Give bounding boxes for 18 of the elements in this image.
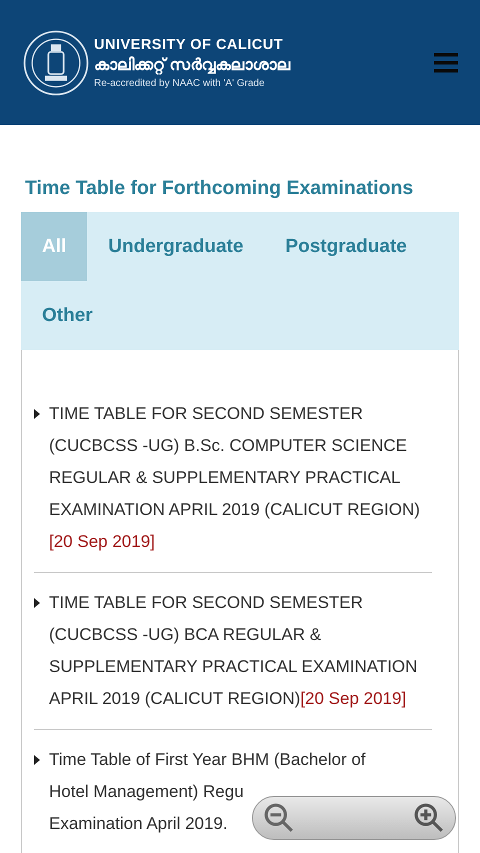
university-name: UNIVERSITY OF CALICUT <box>94 36 284 52</box>
section-heading: Time Table for Forthcoming Examinations <box>25 177 414 200</box>
zoom-in-icon[interactable] <box>413 802 445 834</box>
exam-link[interactable]: Time Table of First Year BHM (Bachelor of <box>49 744 366 776</box>
bullet-arrow-icon <box>34 409 40 419</box>
university-name-local: കാലിക്കറ്റ് സർവ്വകലാശാല <box>94 56 292 74</box>
zoom-out-icon[interactable] <box>263 802 295 834</box>
university-seal-icon <box>22 28 90 96</box>
category-tab[interactable]: Postgraduate <box>264 212 428 281</box>
bullet-arrow-icon <box>34 755 40 765</box>
exam-link[interactable]: Examination April 2019. <box>49 808 228 840</box>
accreditation-text: Re-accredited by NAAC with 'A' Grade <box>94 78 266 88</box>
category-tab[interactable]: Other <box>21 281 114 350</box>
category-tab[interactable]: Undergraduate <box>87 212 264 281</box>
bullet-arrow-icon <box>34 598 40 608</box>
exam-link[interactable]: TIME TABLE FOR SECOND SEMESTER (CUCBCSS -UG) BCA REGULAR & SUPPLEMENTARY PRACTICAL EXAMINATION APRIL 2019 (CALICUT REGION)[20 Sep 2019] <box>49 587 432 715</box>
exam-link[interactable]: Hotel Management) Regu <box>49 776 244 808</box>
exam-link[interactable]: TIME TABLE FOR SECOND SEMESTER (CUCBCSS -UG) B.Sc. COMPUTER SCIENCE REGULAR & SUPPLEMENTARY PRACTICAL EXAMINATION APRIL 2019 (CALICUT REGION) [20 Sep 2019] <box>49 398 432 558</box>
